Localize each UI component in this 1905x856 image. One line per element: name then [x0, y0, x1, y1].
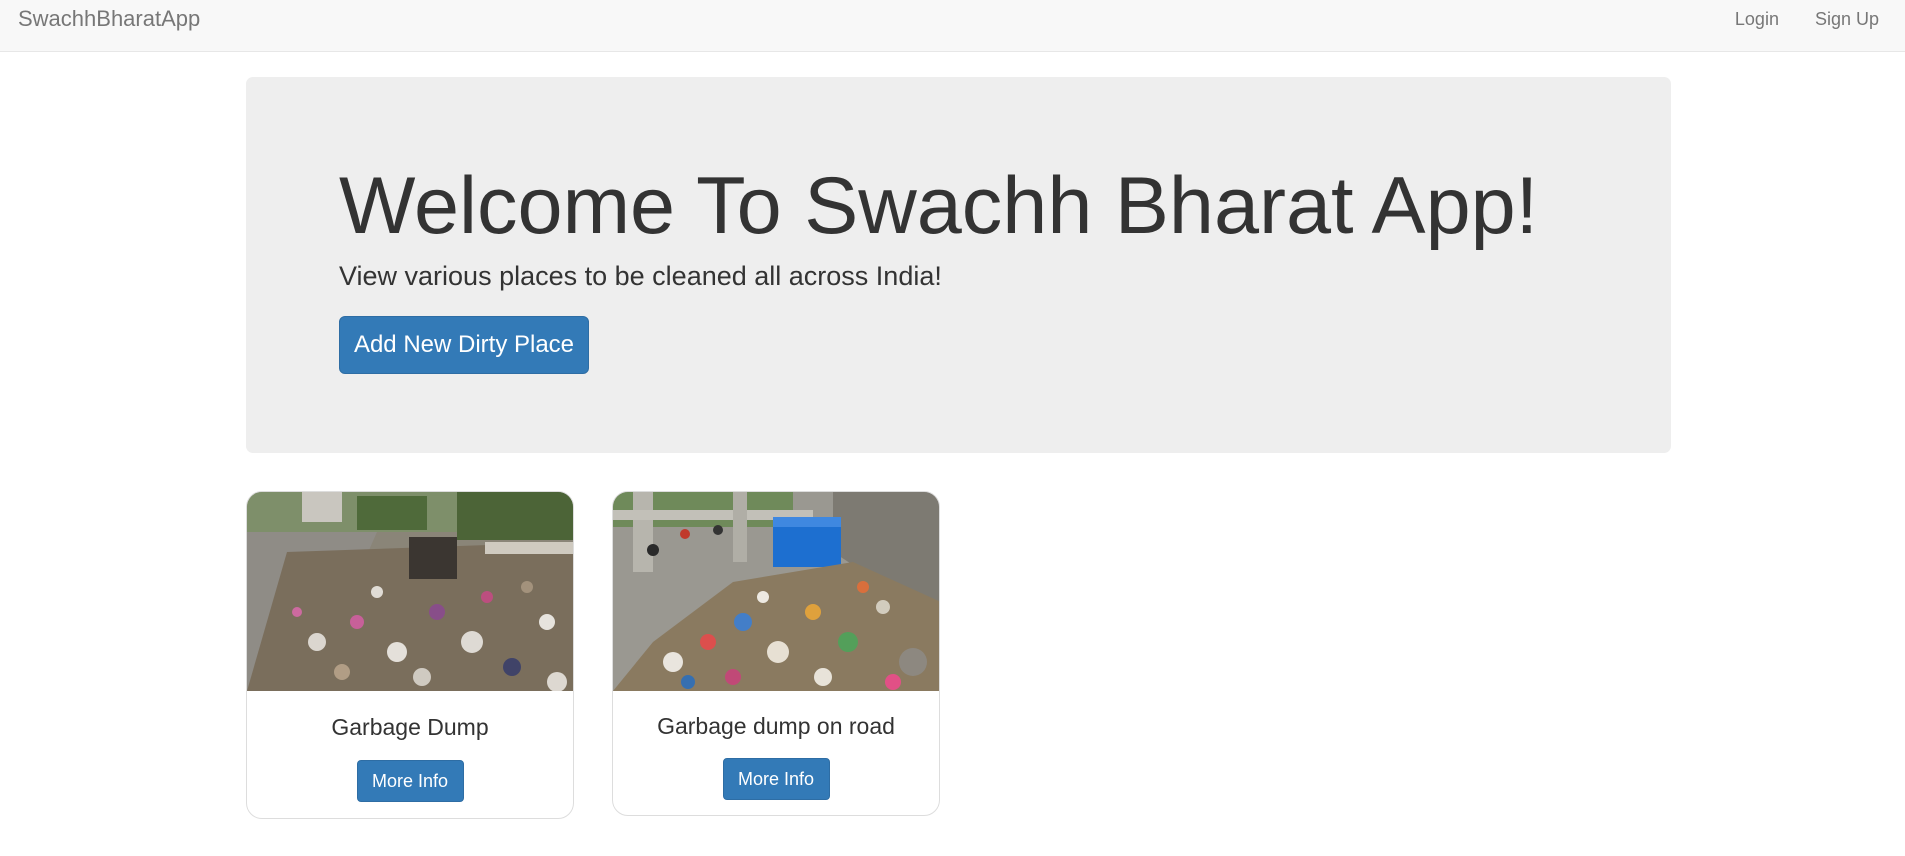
place-caption: Garbage Dump More Info: [247, 714, 573, 802]
more-info-button[interactable]: More Info: [722, 758, 830, 800]
place-caption: Garbage dump on road More Info: [613, 713, 939, 800]
place-image: [613, 492, 939, 691]
jumbotron: Welcome To Swachh Bharat App! View vario…: [246, 77, 1671, 453]
place-title: Garbage dump on road: [657, 713, 895, 739]
place-title: Garbage Dump: [331, 714, 489, 740]
place-image: [247, 492, 573, 691]
place-card: Garbage dump on road More Info: [612, 491, 940, 816]
signup-link[interactable]: Sign Up: [1797, 0, 1905, 52]
brand-link[interactable]: SwachhBharatApp: [18, 7, 200, 31]
page-subtitle: View various places to be cleaned all ac…: [339, 261, 942, 291]
nav-links: Login Sign Up: [1717, 0, 1905, 52]
place-card: Garbage Dump More Info: [246, 491, 574, 819]
page-title: Welcome To Swachh Bharat App!: [339, 161, 1539, 251]
more-info-button[interactable]: More Info: [356, 760, 464, 802]
navbar: SwachhBharatApp Login Sign Up: [0, 0, 1905, 52]
add-new-place-button[interactable]: Add New Dirty Place: [339, 316, 589, 374]
login-link[interactable]: Login: [1717, 0, 1797, 52]
